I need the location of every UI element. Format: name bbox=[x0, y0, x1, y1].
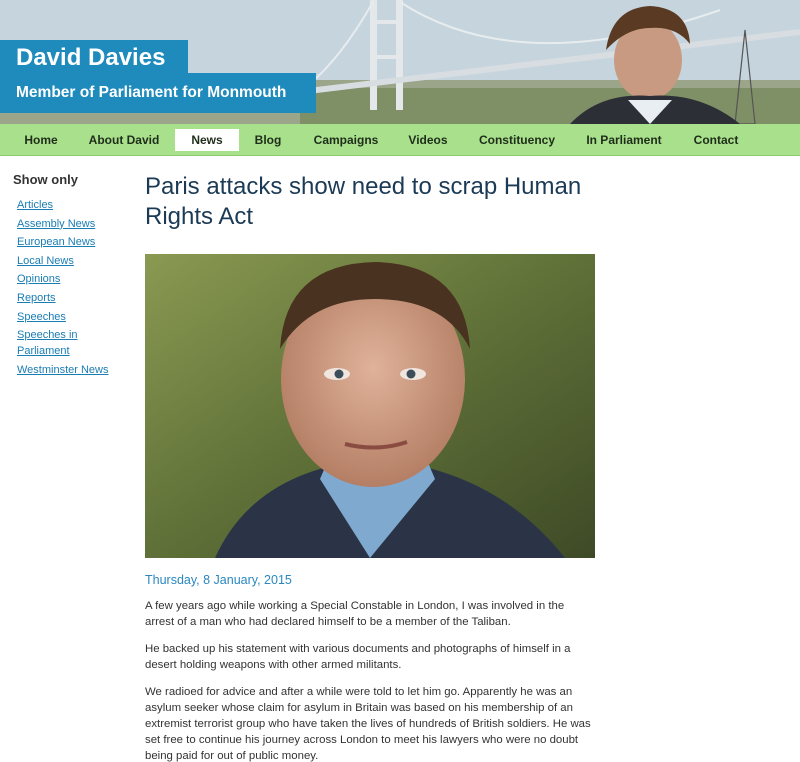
article-body: A few years ago while working a Special … bbox=[145, 598, 595, 762]
filter-link-opinions[interactable]: Opinions bbox=[17, 273, 60, 285]
list-item: Speeches bbox=[17, 309, 133, 325]
article-paragraph: A few years ago while working a Special … bbox=[145, 600, 565, 628]
filter-link-speeches[interactable]: Speeches bbox=[17, 311, 66, 323]
nav-item-campaigns[interactable]: Campaigns bbox=[306, 129, 386, 151]
article-photo bbox=[145, 254, 595, 558]
portrait-image bbox=[145, 254, 595, 558]
main-nav: Home About David News Blog Campaigns Vid… bbox=[0, 124, 800, 156]
article-date: Thursday, 8 January, 2015 bbox=[145, 573, 292, 587]
list-item: Opinions bbox=[17, 271, 133, 287]
filter-link-speeches-in-parliament[interactable]: Speeches in Parliament bbox=[17, 329, 78, 357]
sidebar-heading: Show only bbox=[13, 172, 78, 187]
news-article: Paris attacks show need to scrap Human R… bbox=[145, 172, 595, 762]
filter-link-local-news[interactable]: Local News bbox=[17, 255, 74, 267]
nav-item-in-parliament[interactable]: In Parliament bbox=[578, 129, 670, 151]
filter-link-reports[interactable]: Reports bbox=[17, 292, 56, 304]
list-item: European News bbox=[17, 234, 133, 250]
nav-item-about-david[interactable]: About David bbox=[82, 129, 166, 151]
nav-item-contact[interactable]: Contact bbox=[686, 129, 746, 151]
list-item: Local News bbox=[17, 253, 133, 269]
list-item: Speeches in Parliament bbox=[17, 327, 97, 359]
filter-link-westminster-news[interactable]: Westminster News bbox=[17, 364, 108, 376]
list-item: Assembly News bbox=[17, 216, 133, 232]
list-item: Westminster News bbox=[17, 362, 133, 378]
filter-link-articles[interactable]: Articles bbox=[17, 199, 53, 211]
filter-link-european-news[interactable]: European News bbox=[17, 236, 95, 248]
article-paragraph: He backed up his statement with various … bbox=[145, 643, 571, 671]
article-paragraph: We radioed for advice and after a while … bbox=[145, 686, 591, 762]
site-header: David Davies Member of Parliament for Mo… bbox=[0, 0, 800, 124]
filter-link-assembly-news[interactable]: Assembly News bbox=[17, 218, 95, 230]
nav-item-constituency[interactable]: Constituency bbox=[474, 129, 560, 151]
nav-item-videos[interactable]: Videos bbox=[400, 129, 456, 151]
filter-list: Articles Assembly News European News Loc… bbox=[13, 197, 133, 378]
site-title[interactable]: David Davies bbox=[0, 40, 188, 74]
list-item: Articles bbox=[17, 197, 133, 213]
article-title: Paris attacks show need to scrap Human R… bbox=[145, 173, 582, 230]
nav-item-blog[interactable]: Blog bbox=[248, 129, 288, 151]
site-tagline: Member of Parliament for Monmouth bbox=[0, 73, 316, 113]
nav-item-news[interactable]: News bbox=[175, 129, 239, 151]
nav-item-home[interactable]: Home bbox=[14, 129, 68, 151]
filter-sidebar: Show only Articles Assembly News Europea… bbox=[13, 172, 133, 380]
list-item: Reports bbox=[17, 290, 133, 306]
